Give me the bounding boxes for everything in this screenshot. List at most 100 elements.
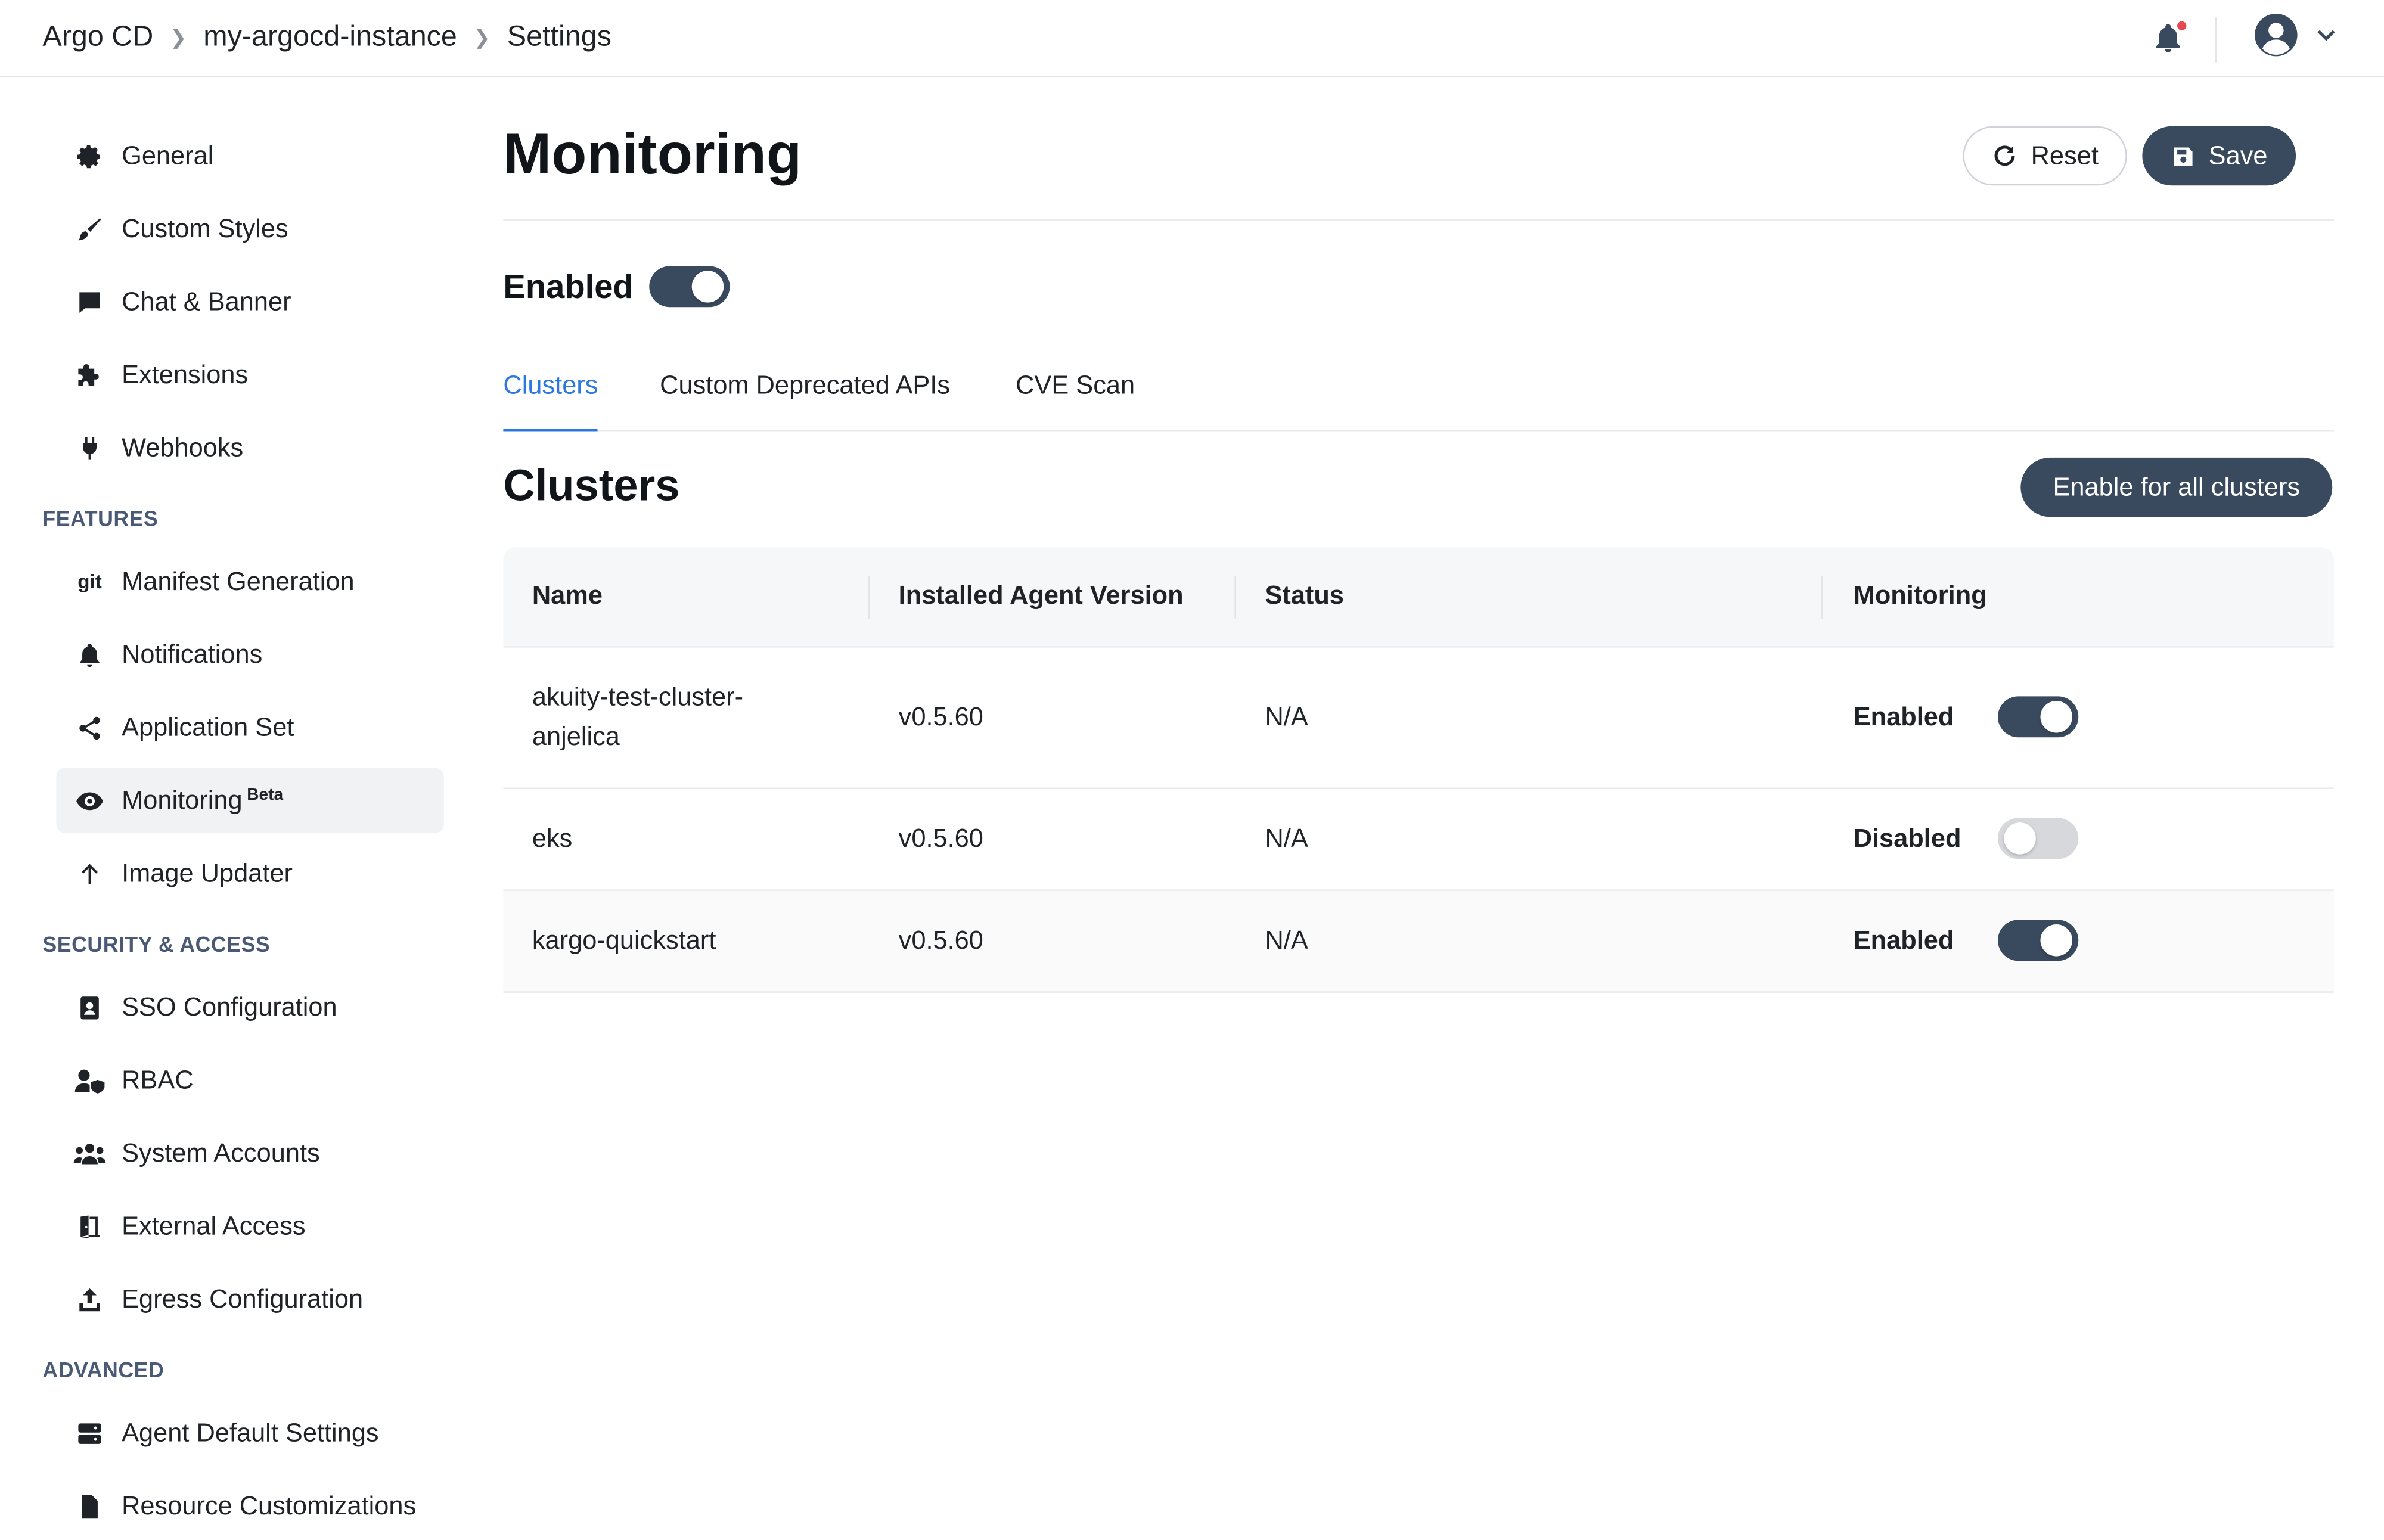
table-header: Name Installed Agent Version Status Moni… [503,547,2334,648]
chevron-down-icon [2314,23,2339,55]
plug-icon [73,431,106,464]
section-title: Clusters [503,462,680,511]
brush-icon [73,212,106,246]
sidebar-item-label: Notifications [122,639,263,669]
cluster-name: eks [532,824,573,853]
sidebar-item-extensions[interactable]: Extensions [56,342,444,408]
cluster-monitoring-toggle[interactable] [1998,920,2079,961]
column-divider [868,576,870,619]
reset-label: Reset [2031,140,2099,170]
notifications-bell-icon[interactable] [2152,20,2188,57]
file-code-icon [73,1489,106,1523]
sidebar-item-sso-configuration[interactable]: SSO Configuration [56,974,444,1040]
sidebar-item-application-set[interactable]: Application Set [56,695,444,760]
cluster-monitoring-toggle[interactable] [1998,818,2079,859]
sidebar-item-manifest-generation[interactable]: git Manifest Generation [56,549,444,614]
monitoring-status-label: Disabled [1853,824,1961,853]
user-menu[interactable] [2253,12,2339,65]
monitoring-status-label: Enabled [1853,926,1954,955]
sidebar-item-label: SSO Configuration [122,992,337,1022]
floppy-disk-icon [2171,144,2195,168]
toggle-knob [2004,822,2036,855]
agent-version: v0.5.60 [898,926,983,955]
page-title: Monitoring [503,123,802,187]
cluster-monitoring-toggle[interactable] [1998,696,2079,738]
sidebar-item-label: Chat & Banner [122,286,291,316]
eye-icon [73,784,106,817]
tab-clusters[interactable]: Clusters [503,371,598,432]
sidebar-item-monitoring[interactable]: Monitoring Beta [56,768,444,833]
breadcrumb-argo-cd[interactable]: Argo CD [42,21,153,55]
sidebar-item-resource-customizations[interactable]: Resource Customizations [56,1473,444,1539]
sidebar-heading-advanced: ADVANCED [42,1358,164,1382]
save-button[interactable]: Save [2142,126,2296,186]
table-row: akuity-test-cluster- anjelica v0.5.60 N/… [503,648,2334,789]
divider [503,219,2334,221]
sidebar-item-label: Resource Customizations [122,1491,417,1520]
notification-dot [2177,20,2187,30]
sidebar-item-label: General [122,140,214,170]
sidebar-item-label: Application Set [122,712,294,741]
sidebar-item-label: Image Updater [122,858,293,887]
tab-custom-deprecated-apis[interactable]: Custom Deprecated APIs [660,371,950,429]
id-badge-icon [73,991,106,1024]
sidebar-item-rbac[interactable]: RBAC [56,1048,444,1113]
cluster-name-line: akuity-test-cluster- [532,682,744,712]
sidebar-item-external-access[interactable]: External Access [56,1194,444,1259]
save-label: Save [2208,140,2268,170]
breadcrumb-settings: Settings [507,21,611,54]
share-icon [73,711,106,744]
column-header-agent-version: Installed Agent Version [898,580,1184,610]
chat-icon [73,285,106,318]
toggle-knob [691,271,724,303]
sidebar-item-notifications[interactable]: Notifications [56,622,444,687]
server-icon [73,1416,106,1449]
sidebar-item-system-accounts[interactable]: System Accounts [56,1120,444,1186]
sidebar-item-custom-styles[interactable]: Custom Styles [56,196,444,262]
column-header-status: Status [1265,580,1345,610]
sidebar-item-label: External Access [122,1210,306,1240]
sidebar-item-label: RBAC [122,1064,194,1094]
puzzle-icon [73,358,106,392]
monitoring-enabled-row: Enabled [503,266,730,308]
table-row: eks v0.5.60 N/A Disabled [503,789,2334,891]
git-icon: git [77,570,102,593]
sidebar-item-egress-configuration[interactable]: Egress Configuration [56,1266,444,1332]
agent-version: v0.5.60 [898,824,983,853]
reset-button[interactable]: Reset [1963,126,2127,186]
upload-icon [73,1283,106,1316]
settings-sidebar: General Custom Styles Chat & Banner Exte… [0,77,471,1540]
sidebar-item-chat-banner[interactable]: Chat & Banner [56,269,444,335]
monitoring-tabs: Clusters Custom Deprecated APIs CVE Scan [503,367,2334,432]
sidebar-item-agent-default-settings[interactable]: Agent Default Settings [56,1400,444,1466]
sidebar-item-image-updater[interactable]: Image Updater [56,841,444,906]
table-row: kargo-quickstart v0.5.60 N/A Enabled [503,890,2334,993]
arrow-up-icon [73,857,106,890]
refresh-icon [1991,143,2017,169]
beta-badge: Beta [247,785,284,804]
cluster-name: akuity-test-cluster- anjelica [532,678,743,757]
sidebar-item-webhooks[interactable]: Webhooks [56,415,444,480]
monitoring-enabled-toggle[interactable] [648,266,730,308]
top-bar: Argo CD ❯ my-argocd-instance ❯ Settings [0,0,2384,78]
enable-for-all-clusters-button[interactable]: Enable for all clusters [2020,457,2333,517]
door-icon [73,1209,106,1243]
sidebar-item-label: Agent Default Settings [122,1417,379,1447]
breadcrumb-separator-icon: ❯ [170,26,187,49]
column-divider [1234,576,1236,619]
sidebar-item-general[interactable]: General [56,123,444,189]
tab-cve-scan[interactable]: CVE Scan [1016,371,1135,429]
sidebar-item-label: Custom Styles [122,213,288,243]
breadcrumb-instance[interactable]: my-argocd-instance [203,21,457,55]
toggle-knob [2040,701,2073,733]
users-icon [73,1137,106,1170]
cluster-name-line: anjelica [532,722,620,752]
cluster-status: N/A [1265,926,1308,955]
sidebar-item-label: Egress Configuration [122,1284,364,1313]
user-shield-icon [73,1063,106,1097]
cluster-name: kargo-quickstart [532,926,716,955]
column-divider [1821,576,1823,619]
gear-icon [73,139,106,172]
breadcrumb-separator-icon: ❯ [473,26,491,49]
agent-version: v0.5.60 [898,702,983,732]
